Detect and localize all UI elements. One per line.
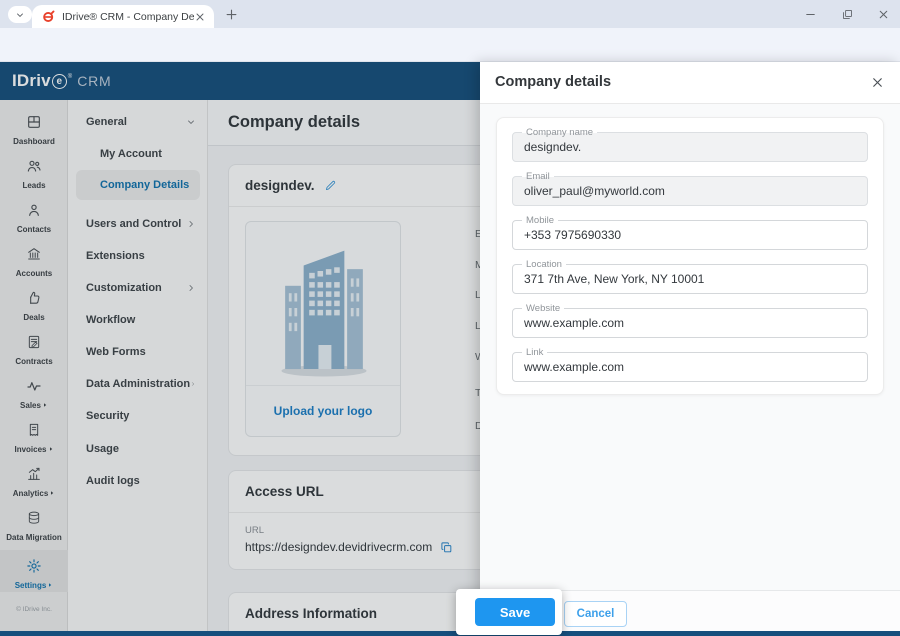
restore-button[interactable] (841, 8, 854, 21)
link-label: Link (522, 346, 547, 359)
new-tab-button[interactable] (224, 7, 239, 22)
location-field[interactable]: Location 371 7th Ave, New York, NY 10001 (512, 264, 868, 294)
panel-header: Company details (480, 62, 900, 104)
website-value[interactable]: www.example.com (513, 309, 867, 337)
website-label: Website (522, 302, 564, 315)
mobile-field[interactable]: Mobile +353 7975690330 (512, 220, 868, 250)
website-field[interactable]: Website www.example.com (512, 308, 868, 338)
tab-title: IDrive® CRM - Company Detail (62, 11, 194, 23)
minimize-button[interactable] (804, 8, 817, 21)
location-label: Location (522, 258, 566, 271)
mobile-value[interactable]: +353 7975690330 (513, 221, 867, 249)
browser-toolbar: designdev.idrivecrm.com/app/company (0, 28, 900, 62)
tab-close-icon[interactable] (194, 11, 206, 23)
tab-search-button[interactable] (8, 6, 32, 23)
save-button[interactable]: Save (475, 598, 555, 626)
app-bottom-edge (0, 631, 900, 636)
panel-body: Company name designdev. Email oliver_pau… (480, 104, 900, 590)
cancel-button[interactable]: Cancel (564, 601, 627, 627)
location-value[interactable]: 371 7th Ave, New York, NY 10001 (513, 265, 867, 293)
company-form: Company name designdev. Email oliver_pau… (496, 117, 884, 395)
idrive-favicon (42, 10, 55, 23)
panel-title: Company details (495, 74, 611, 90)
email-field: Email oliver_paul@myworld.com (512, 176, 868, 206)
window-close-button[interactable] (877, 8, 890, 21)
chevron-down-icon (15, 10, 25, 20)
link-value[interactable]: www.example.com (513, 353, 867, 381)
mobile-label: Mobile (522, 214, 558, 227)
panel-close-icon[interactable] (870, 75, 885, 90)
email-value: oliver_paul@myworld.com (513, 177, 867, 205)
company-details-panel: Company details Company name designdev. … (480, 62, 900, 631)
company-name-label: Company name (522, 126, 597, 139)
company-name-field: Company name designdev. (512, 132, 868, 162)
browser-tab[interactable]: IDrive® CRM - Company Detail (32, 5, 214, 28)
email-label: Email (522, 170, 554, 183)
tab-strip: IDrive® CRM - Company Detail (0, 0, 900, 28)
link-field[interactable]: Link www.example.com (512, 352, 868, 382)
browser-window: IDrive® CRM - Company Detail designdev.i… (0, 0, 900, 636)
save-button-highlight: Save (456, 589, 562, 635)
